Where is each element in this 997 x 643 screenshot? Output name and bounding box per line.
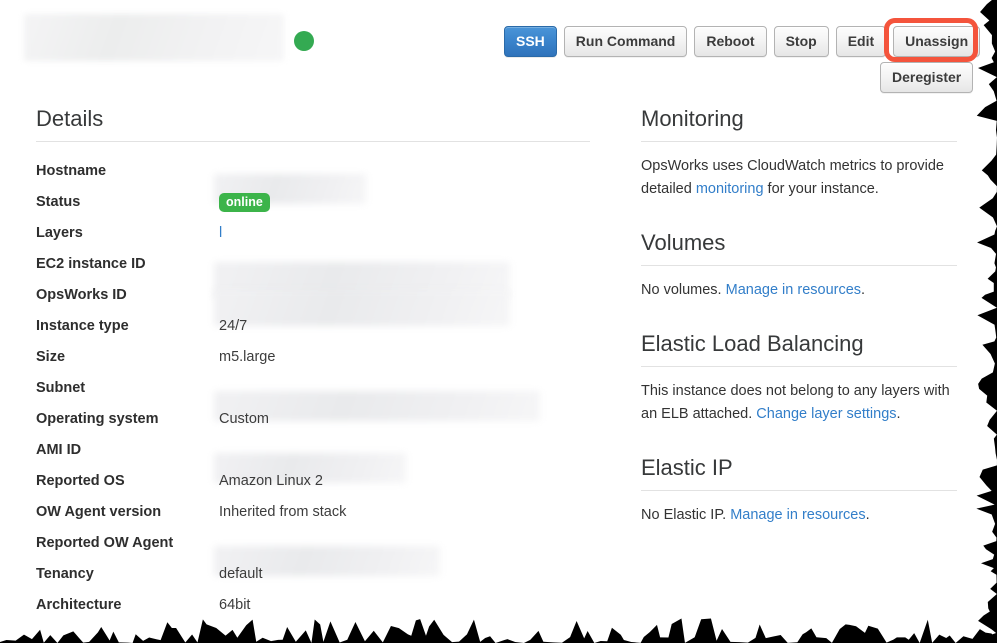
elastic-ip-divider bbox=[641, 490, 957, 491]
detail-row: Subnet bbox=[36, 373, 590, 421]
volumes-section: Volumes No volumes. Manage in resources. bbox=[641, 230, 957, 302]
elb-text: This instance does not belong to any lay… bbox=[641, 380, 957, 426]
opsworks-instance-detail-page: SSH Run Command Reboot Stop Edit Unassign Der… bbox=[0, 0, 997, 643]
elb-heading: Elastic Load Balancing bbox=[641, 331, 864, 356]
reboot-button[interactable]: Reboot bbox=[694, 26, 767, 57]
detail-value: Custom bbox=[219, 411, 269, 427]
info-column: Monitoring OpsWorks uses CloudWatch metr… bbox=[641, 106, 957, 527]
instance-title-redacted bbox=[24, 14, 284, 61]
detail-row: Hostname bbox=[36, 156, 590, 204]
unassign-button[interactable]: Unassign bbox=[893, 26, 981, 57]
detail-label: EC2 instance ID bbox=[36, 256, 146, 272]
ssh-button[interactable]: SSH bbox=[504, 26, 557, 57]
detail-label: AMI ID bbox=[36, 442, 82, 458]
monitoring-divider bbox=[641, 141, 957, 142]
elastic-ip-text-after: . bbox=[865, 507, 870, 523]
detail-row: Reported OS Amazon Linux 2 bbox=[36, 466, 590, 497]
detail-value: default bbox=[219, 566, 263, 582]
details-divider bbox=[36, 141, 590, 142]
details-heading: Details bbox=[36, 106, 104, 131]
elb-divider bbox=[641, 366, 957, 367]
volumes-text-after: . bbox=[861, 282, 866, 298]
detail-label: OW Agent version bbox=[36, 504, 162, 520]
monitoring-text: OpsWorks uses CloudWatch metrics to prov… bbox=[641, 155, 957, 201]
detail-value: 64bit bbox=[219, 597, 251, 613]
monitoring-section: Monitoring OpsWorks uses CloudWatch metr… bbox=[641, 106, 957, 201]
action-button-row: SSH Run Command Reboot Stop Edit Unassign bbox=[504, 26, 981, 57]
detail-label: Tenancy bbox=[36, 566, 94, 582]
monitoring-heading: Monitoring bbox=[641, 106, 744, 131]
elb-change-layer-settings-link[interactable]: Change layer settings bbox=[756, 406, 896, 422]
detail-row: AMI ID bbox=[36, 435, 590, 483]
detail-value: Inherited from stack bbox=[219, 504, 347, 520]
detail-row: Instance type 24/7 bbox=[36, 311, 590, 342]
detail-value: 24/7 bbox=[219, 318, 248, 334]
detail-label: Instance type bbox=[36, 318, 129, 334]
detail-label: Subnet bbox=[36, 380, 86, 396]
detail-value[interactable]: l bbox=[219, 218, 590, 249]
detail-row: OW Agent version Inherited from stack bbox=[36, 497, 590, 528]
detail-value: m5.large bbox=[219, 349, 276, 365]
detail-value: Amazon Linux 2 bbox=[219, 473, 323, 489]
volumes-text-before: No volumes. bbox=[641, 282, 726, 298]
detail-label: Reported OS bbox=[36, 473, 125, 489]
elb-section: Elastic Load Balancing This instance doe… bbox=[641, 331, 957, 426]
volumes-manage-link[interactable]: Manage in resources bbox=[726, 282, 861, 298]
details-column: Details Hostname Status online Layers l EC2 i… bbox=[36, 106, 590, 621]
detail-label: Size bbox=[36, 349, 66, 365]
edit-button[interactable]: Edit bbox=[835, 26, 887, 57]
run-command-button[interactable]: Run Command bbox=[563, 26, 688, 57]
detail-label: Layers bbox=[36, 225, 83, 241]
volumes-heading: Volumes bbox=[641, 230, 726, 255]
instance-status-dot-icon bbox=[294, 31, 314, 51]
detail-row: EC2 instance ID bbox=[36, 249, 590, 298]
volumes-text: No volumes. Manage in resources. bbox=[641, 279, 957, 302]
elastic-ip-section: Elastic IP No Elastic IP. Manage in reso… bbox=[641, 455, 957, 527]
detail-value: online bbox=[219, 187, 590, 218]
detail-row: Size m5.large bbox=[36, 342, 590, 373]
detail-label: Operating system bbox=[36, 411, 159, 427]
elb-text-after: . bbox=[896, 406, 901, 422]
elastic-ip-manage-link[interactable]: Manage in resources bbox=[730, 507, 865, 523]
deregister-button-wrap: Deregister bbox=[880, 62, 974, 93]
deregister-button[interactable]: Deregister bbox=[880, 62, 974, 93]
detail-label: Reported OW Agent bbox=[36, 535, 174, 551]
torn-edge-right bbox=[976, 0, 997, 643]
elastic-ip-text-before: No Elastic IP. bbox=[641, 507, 731, 523]
elastic-ip-text: No Elastic IP. Manage in resources. bbox=[641, 504, 957, 527]
status-badge: online bbox=[219, 192, 270, 212]
stop-button[interactable]: Stop bbox=[773, 26, 829, 57]
monitoring-link[interactable]: monitoring bbox=[696, 181, 764, 197]
details-table: Hostname Status online Layers l EC2 instance … bbox=[36, 156, 590, 621]
detail-row: Operating system Custom bbox=[36, 404, 590, 435]
monitoring-text-after: for your instance. bbox=[763, 181, 879, 197]
detail-label: Hostname bbox=[36, 163, 107, 179]
layer-link[interactable]: l bbox=[219, 225, 222, 241]
volumes-divider bbox=[641, 265, 957, 266]
detail-label: Status bbox=[36, 194, 81, 210]
detail-row: Architecture 64bit bbox=[36, 590, 590, 621]
detail-row: Reported OW Agent bbox=[36, 528, 590, 576]
detail-row: Status online bbox=[36, 187, 590, 218]
detail-row: Tenancy default bbox=[36, 559, 590, 590]
detail-label: Architecture bbox=[36, 597, 122, 613]
detail-row: Layers l bbox=[36, 218, 590, 249]
elastic-ip-heading: Elastic IP bbox=[641, 455, 733, 480]
detail-label: OpsWorks ID bbox=[36, 287, 127, 303]
